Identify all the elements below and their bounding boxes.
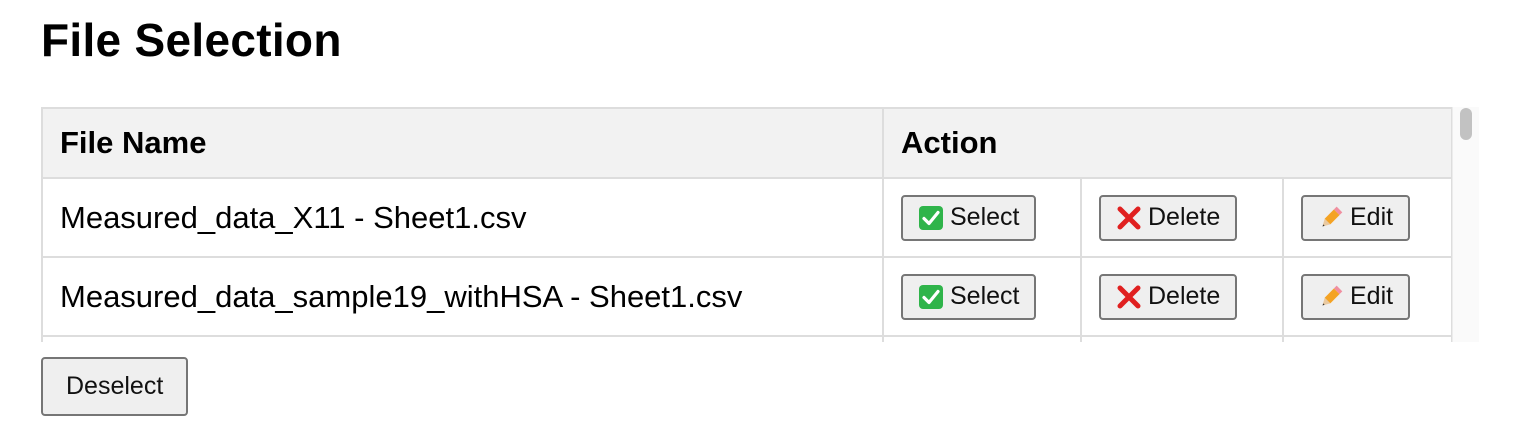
select-button[interactable]: Select xyxy=(901,194,1037,241)
select-button-label: Select xyxy=(950,282,1020,310)
pencil-icon xyxy=(1318,205,1344,231)
edit-cell: Edit xyxy=(1281,177,1454,258)
file-name-cell: Measured_data_sample19_withHSA - Sheet1.… xyxy=(41,256,884,337)
delete-cell: Delete xyxy=(1080,177,1284,258)
select-cell: Select xyxy=(882,177,1082,258)
scrollbar-thumb[interactable] xyxy=(1460,108,1472,140)
column-header-file-name: File Name xyxy=(41,107,884,179)
file-name-cell xyxy=(41,335,884,342)
check-mark-icon xyxy=(918,205,944,231)
vertical-scrollbar[interactable] xyxy=(1452,107,1479,342)
edit-button[interactable]: Edit xyxy=(1301,194,1411,241)
edit-button-label: Edit xyxy=(1350,282,1394,310)
delete-cell xyxy=(1080,335,1284,342)
cross-mark-icon xyxy=(1116,284,1142,310)
delete-button[interactable]: Delete xyxy=(1099,273,1238,320)
file-table: File Name Action Measured_data_X11 - She… xyxy=(41,107,1454,342)
file-table-container[interactable]: File Name Action Measured_data_X11 - She… xyxy=(41,107,1479,342)
delete-button[interactable]: Delete xyxy=(1099,194,1238,241)
select-cell xyxy=(882,335,1082,342)
edit-button[interactable]: Edit xyxy=(1301,273,1411,320)
cross-mark-icon xyxy=(1116,205,1142,231)
delete-cell: Delete xyxy=(1080,256,1284,337)
table-row: Measured_data_X11 - Sheet1.csv Select De… xyxy=(41,177,1454,258)
select-button[interactable]: Select xyxy=(901,273,1037,320)
edit-cell: Edit xyxy=(1281,256,1454,337)
pencil-icon xyxy=(1318,284,1344,310)
file-name-cell: Measured_data_X11 - Sheet1.csv xyxy=(41,177,884,258)
check-mark-icon xyxy=(918,284,944,310)
edit-button-label: Edit xyxy=(1350,203,1394,231)
table-header-row: File Name Action xyxy=(41,107,1454,179)
column-header-action: Action xyxy=(881,107,1454,179)
delete-button-label: Delete xyxy=(1148,282,1221,310)
delete-button-label: Delete xyxy=(1148,203,1221,231)
page-title: File Selection xyxy=(41,14,342,66)
select-button-label: Select xyxy=(950,203,1020,231)
table-row: Measured_data_sample19_withHSA - Sheet1.… xyxy=(41,256,1454,337)
edit-cell xyxy=(1281,335,1454,342)
deselect-button[interactable]: Deselect xyxy=(41,357,189,416)
table-row xyxy=(41,335,1454,342)
select-cell: Select xyxy=(882,256,1082,337)
